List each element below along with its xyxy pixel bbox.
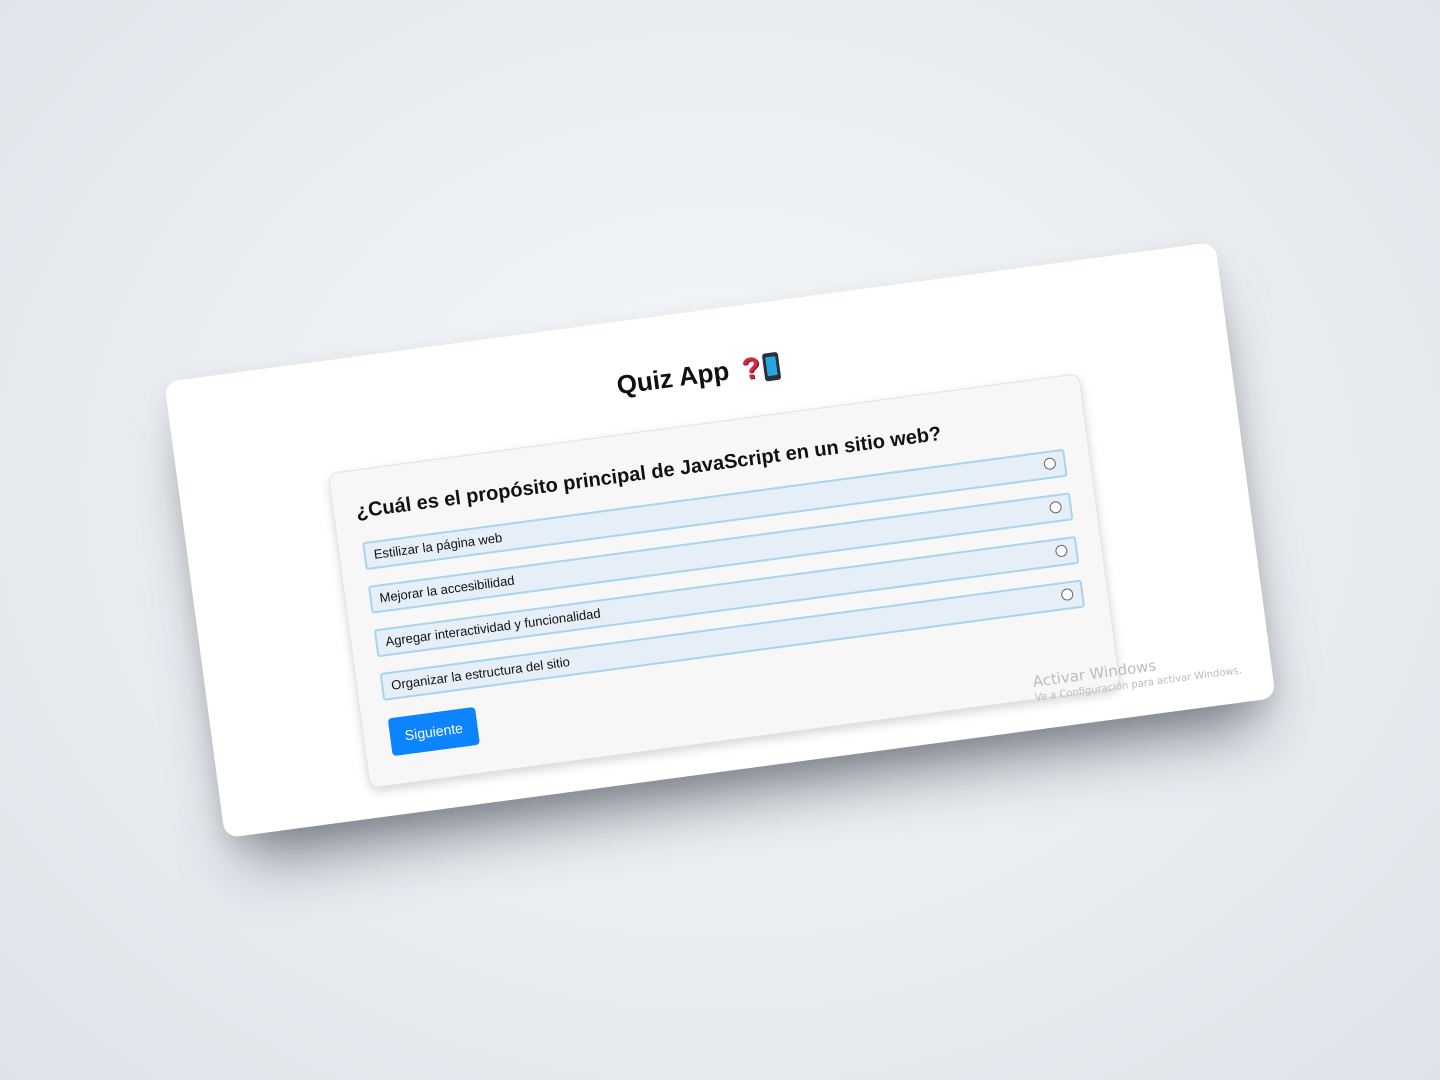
radio-button[interactable] — [1043, 456, 1057, 471]
title-icons: ? — [740, 349, 782, 388]
radio-button[interactable] — [1048, 500, 1063, 515]
app-title-text: Quiz App — [614, 355, 731, 401]
radio-button[interactable] — [1060, 587, 1075, 602]
option-label: Mejorar la accesibilidad — [378, 572, 516, 606]
radio-button[interactable] — [1054, 544, 1069, 558]
option-label: Estilizar la página web — [372, 529, 504, 562]
question-mark-icon: ? — [740, 351, 763, 387]
browser-window: Quiz App ? ¿Cuál es el propósito princip… — [164, 241, 1276, 839]
quiz-card: ¿Cuál es el propósito principal de JavaS… — [327, 373, 1122, 789]
option-label: Organizar la estructura del sitio — [390, 654, 571, 693]
option-label: Agregar interactividad y funcionalidad — [384, 605, 602, 650]
mobile-phone-icon — [761, 351, 782, 382]
